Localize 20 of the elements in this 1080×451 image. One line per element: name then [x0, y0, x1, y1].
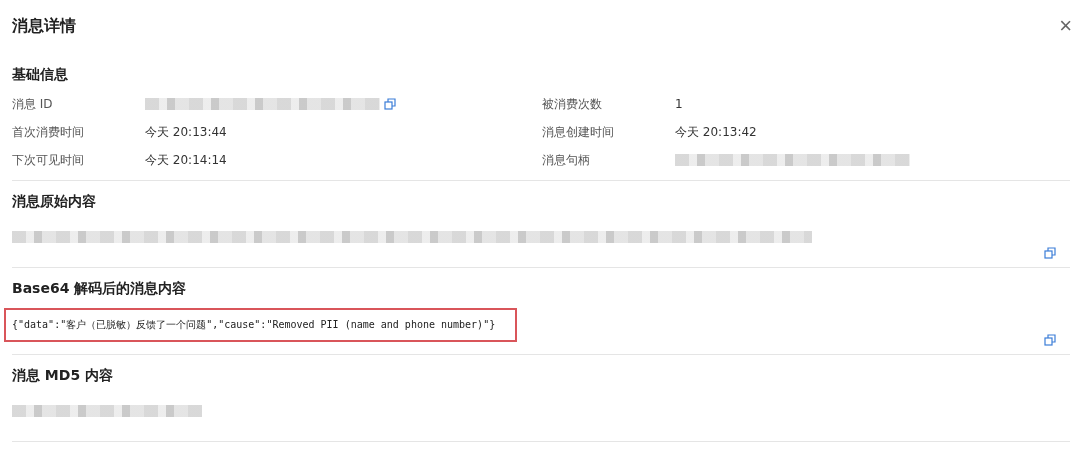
- field-label: 被消费次数: [542, 96, 603, 113]
- dialog-title: 消息详情: [12, 15, 76, 37]
- field-label: 首次消费时间: [12, 124, 85, 141]
- field-value: 1: [675, 96, 683, 113]
- section-heading: Base64 解码后的消息内容: [12, 279, 188, 298]
- close-button[interactable]: ×: [1059, 15, 1072, 37]
- field-value: 今天 20:14:14: [145, 152, 227, 169]
- field-value: 今天 20:13:42: [675, 124, 757, 141]
- section-heading: 消息 MD5 内容: [12, 366, 115, 385]
- copy-icon[interactable]: [384, 98, 396, 110]
- copy-icon[interactable]: [1044, 247, 1056, 259]
- field-label: 消息 ID: [12, 96, 54, 113]
- field-label: 消息创建时间: [542, 124, 615, 141]
- field-label: 消息句柄: [542, 152, 591, 169]
- section-heading: 消息原始内容: [12, 192, 97, 211]
- field-label: 下次可见时间: [12, 152, 85, 169]
- field-value: 今天 20:13:44: [145, 124, 227, 141]
- code-text: {"data":"客户（已脱敏）反馈了一个问题","cause":"Removed PII (name and phone number)"}: [12, 318, 496, 332]
- section-heading: 基础信息: [12, 65, 69, 84]
- copy-icon[interactable]: [1044, 334, 1056, 346]
